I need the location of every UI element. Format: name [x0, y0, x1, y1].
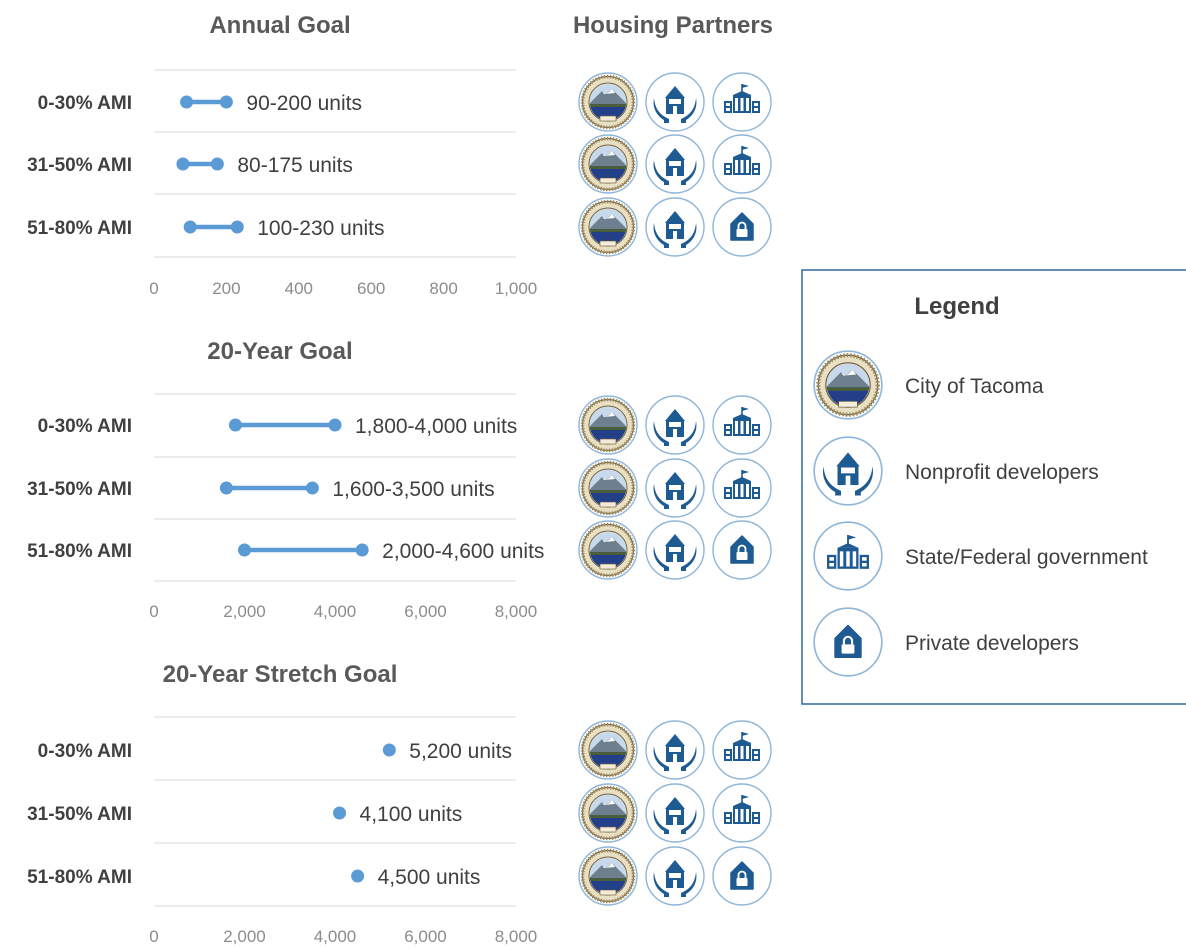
housing-partners-title: Housing Partners — [573, 12, 773, 39]
nonprofit-house-hands-icon — [645, 720, 705, 780]
private-house-lock-icon — [712, 520, 772, 580]
chart-title: 20-Year Stretch Goal — [163, 661, 398, 688]
range-max-dot — [210, 157, 224, 171]
nonprofit-house-hands-icon — [645, 783, 705, 843]
nonprofit-house-hands-icon — [645, 395, 705, 455]
x-tick-label: 800 — [429, 279, 457, 298]
data-label: 100-230 units — [257, 217, 384, 240]
value-dot — [333, 806, 347, 820]
category-label: 51-80% AMI — [27, 541, 132, 562]
range-max-dot — [355, 543, 369, 557]
x-tick-label: 400 — [285, 279, 313, 298]
private-house-lock-icon — [712, 846, 772, 906]
chart-2: 20-Year Goal 0 2,000 4,000 6,000 8,000 0-30% A… — [27, 338, 544, 621]
nonprofit-house-hands-icon — [645, 197, 705, 257]
category-label: 51-80% AMI — [27, 218, 132, 239]
government-building-icon — [712, 720, 772, 780]
government-building-icon — [712, 458, 772, 518]
housing-partners-grid — [579, 72, 772, 906]
city-seal-icon — [579, 459, 637, 517]
nonprofit-house-hands-icon — [813, 436, 883, 506]
legend-panel: Legend City of Tacoma Nonprofit developer… — [801, 269, 1186, 705]
range-max-dot — [305, 481, 319, 495]
government-building-icon — [712, 395, 772, 455]
government-building-icon — [712, 134, 772, 194]
range-min-dot — [219, 481, 233, 495]
legend-label: Nonprofit developers — [905, 461, 1099, 484]
data-label: 90-200 units — [246, 92, 362, 115]
chart-title: Annual Goal — [209, 12, 350, 39]
range-max-dot — [219, 95, 233, 109]
city-seal-icon — [579, 396, 637, 454]
category-label: 31-50% AMI — [27, 804, 132, 825]
data-label: 1,800-4,000 units — [355, 415, 517, 438]
x-tick-label: 200 — [212, 279, 240, 298]
category-label: 0-30% AMI — [38, 741, 132, 762]
x-tick-label: 0 — [149, 279, 158, 298]
x-tick-label: 0 — [149, 927, 158, 946]
nonprofit-house-hands-icon — [645, 134, 705, 194]
legend-title: Legend — [914, 293, 999, 320]
range-min-dot — [183, 220, 197, 234]
x-tick-label: 2,000 — [223, 927, 266, 946]
legend-label: Private developers — [905, 632, 1079, 655]
category-label: 31-50% AMI — [27, 479, 132, 500]
goal-charts: Annual Goal 0 200 400 600 800 1,000 0-30% AMI 90… — [27, 12, 544, 946]
x-tick-label: 2,000 — [223, 602, 266, 621]
nonprofit-house-hands-icon — [645, 458, 705, 518]
data-label: 4,500 units — [378, 866, 481, 889]
private-house-lock-icon — [712, 197, 772, 257]
range-max-dot — [230, 220, 244, 234]
value-dot — [382, 743, 396, 757]
city-seal-icon — [579, 521, 637, 579]
legend-label: City of Tacoma — [905, 375, 1044, 398]
range-min-dot — [180, 95, 194, 109]
city-seal-icon — [579, 721, 637, 779]
category-label: 0-30% AMI — [38, 416, 132, 437]
category-label: 0-30% AMI — [38, 93, 132, 114]
data-label: 1,600-3,500 units — [332, 478, 494, 501]
private-house-lock-icon — [813, 607, 883, 677]
x-tick-label: 6,000 — [404, 602, 447, 621]
nonprofit-house-hands-icon — [645, 846, 705, 906]
data-label: 4,100 units — [360, 803, 463, 826]
nonprofit-house-hands-icon — [645, 520, 705, 580]
range-min-dot — [176, 157, 190, 171]
chart-1: Annual Goal 0 200 400 600 800 1,000 0-30% AMI 90… — [27, 12, 537, 298]
chart-title: 20-Year Goal — [207, 338, 352, 365]
x-tick-label: 8,000 — [495, 927, 538, 946]
x-tick-label: 600 — [357, 279, 385, 298]
housing-goals-figure: Annual Goal 0 200 400 600 800 1,000 0-30% AMI 90… — [27, 12, 1186, 946]
range-max-dot — [328, 418, 342, 432]
government-building-icon — [712, 783, 772, 843]
range-min-dot — [238, 543, 251, 557]
city-seal-icon — [579, 847, 637, 905]
x-tick-label: 4,000 — [314, 927, 357, 946]
government-building-icon — [813, 521, 883, 591]
city-seal-icon — [814, 351, 882, 419]
nonprofit-house-hands-icon — [645, 72, 705, 132]
x-tick-label: 4,000 — [314, 602, 357, 621]
city-seal-icon — [579, 135, 637, 193]
data-label: 2,000-4,600 units — [382, 540, 544, 563]
chart-3: 20-Year Stretch Goal 0 2,000 4,000 6,000 8,00… — [27, 661, 537, 946]
x-tick-label: 1,000 — [495, 279, 538, 298]
x-tick-label: 0 — [149, 602, 158, 621]
data-label: 80-175 units — [237, 154, 353, 177]
range-min-dot — [228, 418, 242, 432]
category-label: 51-80% AMI — [27, 867, 132, 888]
data-label: 5,200 units — [409, 740, 512, 763]
x-tick-label: 6,000 — [404, 927, 447, 946]
x-tick-label: 8,000 — [495, 602, 538, 621]
city-seal-icon — [579, 73, 637, 131]
category-label: 31-50% AMI — [27, 155, 132, 176]
city-seal-icon — [579, 198, 637, 256]
legend-label: State/Federal government — [905, 546, 1148, 569]
value-dot — [351, 869, 365, 883]
government-building-icon — [712, 72, 772, 132]
city-seal-icon — [579, 784, 637, 842]
